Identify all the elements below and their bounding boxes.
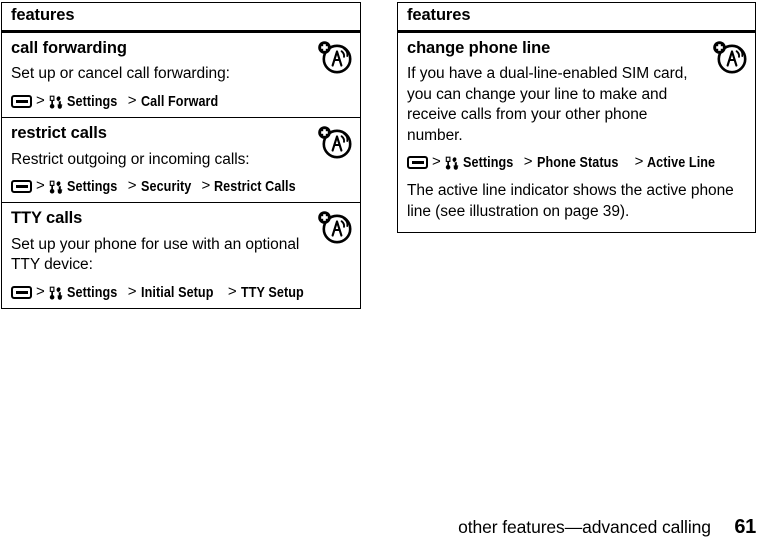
features-table-right: features change phone line If you have a… bbox=[397, 2, 756, 234]
path-segment: Settings bbox=[462, 154, 514, 172]
feature-description: Set up your phone for use with an option… bbox=[11, 235, 300, 274]
path-separator: > bbox=[127, 91, 137, 109]
path-separator: > bbox=[523, 153, 533, 171]
footer-section-title: other features—advanced calling bbox=[458, 517, 711, 537]
network-antenna-badge-icon bbox=[316, 126, 352, 159]
path-separator: > bbox=[127, 177, 137, 195]
menu-key-icon bbox=[11, 180, 32, 194]
feature-row-restrict-calls: restrict calls Restrict outgoing or inco… bbox=[2, 118, 360, 204]
path-separator: > bbox=[634, 153, 644, 171]
path-segment: Settings bbox=[66, 283, 118, 301]
path-separator: > bbox=[36, 91, 45, 109]
menu-key-icon bbox=[407, 156, 428, 170]
menu-path-call-forward: > Settings > Call Forward bbox=[11, 91, 351, 110]
path-segment: Initial Setup bbox=[140, 283, 214, 301]
path-segment: Settings bbox=[66, 178, 118, 196]
path-segment: Active Line bbox=[647, 154, 716, 172]
network-antenna-badge-icon bbox=[711, 40, 747, 74]
settings-tools-icon bbox=[49, 180, 64, 195]
feature-description: Set up or cancel call forwarding: bbox=[11, 65, 230, 83]
menu-key-icon bbox=[11, 94, 32, 108]
feature-row-call-forwarding: call forwarding Set up or cancel call fo… bbox=[2, 33, 360, 118]
feature-note: The active line indicator shows the acti… bbox=[407, 182, 734, 220]
path-separator: > bbox=[36, 282, 45, 300]
path-separator: > bbox=[201, 177, 211, 195]
path-segment: TTY Setup bbox=[240, 283, 304, 301]
path-separator: > bbox=[432, 153, 441, 171]
feature-title: change phone line bbox=[407, 38, 551, 57]
path-segment: Restrict Calls bbox=[214, 178, 296, 196]
network-antenna-badge-icon bbox=[316, 40, 352, 74]
network-antenna-badge-icon bbox=[316, 211, 352, 244]
table-header-features-left: features bbox=[2, 3, 360, 33]
page-footer: other features—advanced calling 61 bbox=[0, 516, 756, 539]
feature-title: restrict calls bbox=[11, 123, 107, 142]
path-separator: > bbox=[36, 177, 45, 195]
features-table-left: features call forwarding Set up or cance… bbox=[1, 2, 361, 309]
path-separator: > bbox=[127, 282, 137, 300]
path-segment: Security bbox=[140, 178, 191, 196]
settings-tools-icon bbox=[49, 95, 64, 110]
path-segment: Settings bbox=[66, 92, 118, 110]
feature-row-change-phone-line: change phone line If you have a dual-lin… bbox=[398, 33, 755, 233]
menu-key-icon bbox=[11, 285, 32, 299]
table-header-features-right: features bbox=[398, 3, 755, 33]
feature-title: TTY calls bbox=[11, 209, 83, 228]
feature-row-tty-calls: TTY calls Set up your phone for use with… bbox=[2, 203, 360, 308]
menu-path-restrict-calls: > Settings > Security > Restrict Calls bbox=[11, 177, 351, 196]
page-number: 61 bbox=[734, 516, 756, 538]
path-separator: > bbox=[227, 282, 237, 300]
menu-path-tty-setup: > Settings > Initial Setup > TTY Setup bbox=[11, 282, 351, 301]
settings-tools-icon bbox=[49, 286, 64, 301]
path-segment: Phone Status bbox=[536, 154, 619, 172]
path-segment: Call Forward bbox=[140, 92, 218, 110]
settings-tools-icon bbox=[445, 156, 460, 171]
feature-title: call forwarding bbox=[11, 38, 127, 57]
menu-path-active-line: > Settings > Phone Status > Active Line bbox=[407, 153, 746, 172]
feature-description: If you have a dual-line-enabled SIM card… bbox=[407, 65, 688, 144]
feature-description: Restrict outgoing or incoming calls: bbox=[11, 150, 250, 168]
